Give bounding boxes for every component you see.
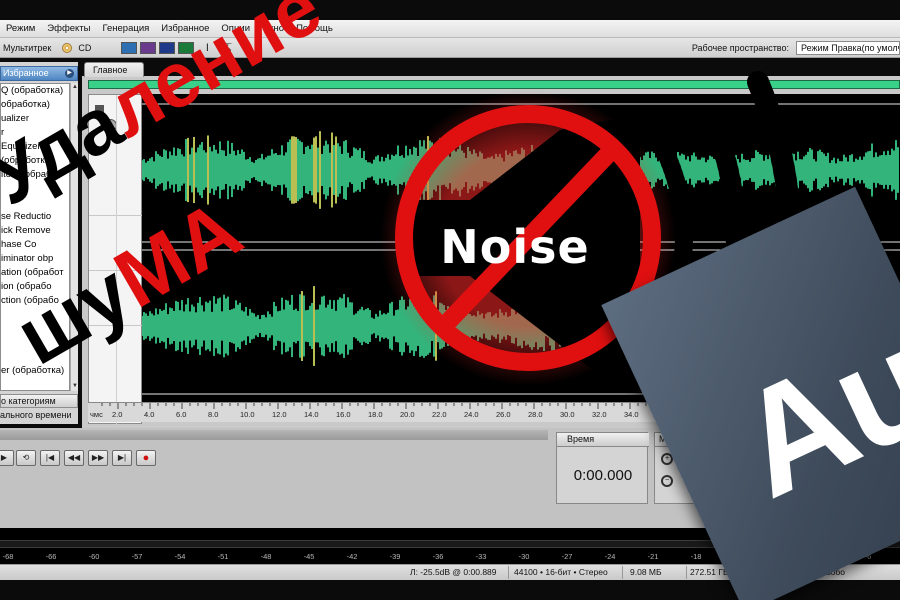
time-display: 0:00.000 [573,467,633,484]
meter-tick-label: -51 [217,552,229,561]
fast-back-icon[interactable]: ◀◀ [64,450,84,466]
ruler-tick-label: 20.0 [400,410,415,419]
ruler-tick-label: 18.0 [368,410,383,419]
meter-tick-label: -27 [561,552,573,561]
multitrack-button[interactable]: Мультитрек [0,43,54,53]
go-start-icon[interactable]: |◀ [40,450,60,466]
meter-tick-label: -48 [260,552,272,561]
transport-header [0,430,548,440]
meter-tick-label: -60 [88,552,100,561]
status-divider [508,566,509,579]
time-tab[interactable]: Время [557,433,649,447]
loop-icon[interactable]: ⟲ [16,450,36,466]
meter-tick-label: -33 [475,552,487,561]
favorites-item[interactable]: iminator obp [1,252,69,266]
meter-tick-label: -24 [604,552,616,561]
meter-tick-label: -30 [518,552,530,561]
status-format: 44100 • 16-бит • Стерео [514,567,608,577]
favorites-item[interactable]: hase Co [1,238,69,252]
left-channel-waveform [142,131,899,209]
meter-tick-label: -42 [346,552,358,561]
status-divider [622,566,623,579]
go-end-icon[interactable]: ▶| [112,450,132,466]
zoom-out-icon[interactable]: − [661,475,673,487]
cd-label: CD [78,42,92,53]
meter-tick-label: -54 [174,552,186,561]
ruler-unit: чмс [90,410,103,419]
ruler-tick-label: 4.0 [144,410,155,419]
ruler-tick-label: 2.0 [112,410,123,419]
ruler-tick-label: 12.0 [272,410,287,419]
ruler-tick-label: 22.0 [432,410,447,419]
ruler-tick-label: 34.0 [624,410,639,419]
ruler-tick-label: 14.0 [304,410,319,419]
realtime-label: ального времени [0,410,72,420]
by-category-button[interactable]: о категориям [0,394,78,408]
status-file-size: 9.08 МБ [630,567,662,577]
favorites-tab[interactable]: Избранное ▶ [0,66,78,81]
ruler-tick-label: 26.0 [496,410,511,419]
workspace-label: Рабочее пространство: [691,43,789,53]
meter-tick-label: -66 [45,552,57,561]
favorites-tab-label: Избранное [3,68,49,78]
favorites-item[interactable]: ick Remove [1,224,69,238]
meter-tick-label: -57 [131,552,143,561]
ruler-tick-label: 28.0 [528,410,543,419]
meter-tick-label: -18 [690,552,702,561]
ruler-tick-label: 8.0 [208,410,219,419]
workspace-dropdown[interactable]: Режим Правка(по умолча [796,41,900,55]
panel-menu-icon[interactable]: ▶ [65,69,74,78]
workspace-selector: Рабочее пространство: Режим Правка(по ум… [689,41,900,55]
cd-icon [62,42,73,53]
status-divider [686,566,687,579]
ruler-tick-label: 10.0 [240,410,255,419]
scroll-down-icon[interactable]: ▼ [71,382,79,391]
meter-tick-label: -21 [647,552,659,561]
ruler-tick-label: 6.0 [176,410,187,419]
ruler-tick-label: 24.0 [464,410,479,419]
noise-label: Noise [440,220,590,274]
menu-effects[interactable]: Эффекты [41,23,96,34]
ruler-tick-label: 30.0 [560,410,575,419]
audition-logo-text: Au [712,295,900,530]
menu-bar: Режим Эффекты Генерация Избранное Опции … [0,20,900,38]
menu-generate[interactable]: Генерация [96,23,155,34]
status-level: Л: -25.5dB @ 0:00.889 [410,567,497,577]
meter-tick-label: -39 [389,552,401,561]
record-icon[interactable]: ● [136,450,156,466]
ruler-tick-label: 32.0 [592,410,607,419]
time-panel: Время 0:00.000 [556,432,649,504]
play-button[interactable]: ▶ [0,450,14,466]
meter-tick-label: -45 [303,552,315,561]
fast-forward-icon[interactable]: ▶▶ [88,450,108,466]
meter-tick-label: -36 [432,552,444,561]
cd-button[interactable]: CD [62,42,94,53]
ruler-tick-label: 16.0 [336,410,351,419]
meter-tick-label: -68 [2,552,14,561]
menu-mode[interactable]: Режим [0,23,41,34]
